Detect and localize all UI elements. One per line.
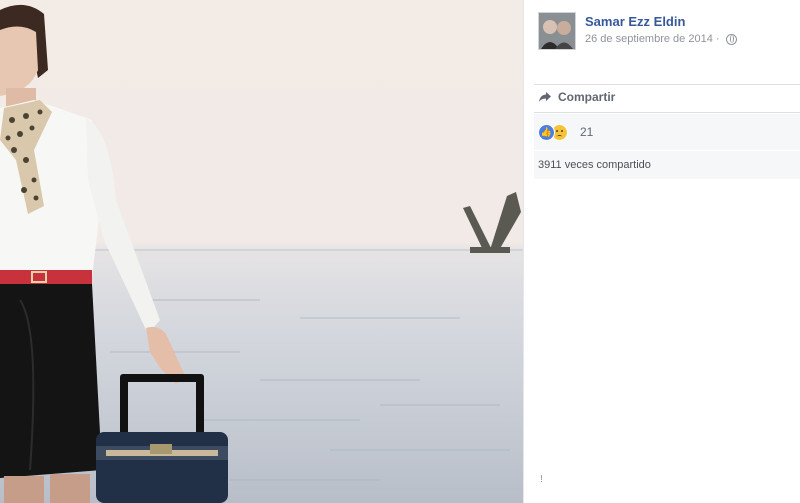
divider: [534, 84, 800, 85]
avatar-image: [539, 13, 575, 49]
globe-icon[interactable]: [725, 33, 737, 45]
post-header: Samar Ezz Eldin 26 de septiembre de 2014…: [538, 12, 788, 52]
reaction-icons: 👍: [538, 124, 568, 141]
like-icon: 👍: [538, 124, 555, 141]
author-name[interactable]: Samar Ezz Eldin: [585, 14, 685, 29]
share-count[interactable]: 3911 veces compartido: [538, 159, 651, 171]
shares-bar: 3911 veces compartido: [534, 151, 800, 179]
reactions-bar[interactable]: 👍 21: [534, 114, 800, 150]
footer-mark: !: [540, 474, 543, 485]
reaction-count[interactable]: 21: [580, 125, 593, 139]
photo-illustration: [0, 4, 523, 503]
post-photo[interactable]: [0, 0, 523, 503]
post-sidebar: Samar Ezz Eldin 26 de septiembre de 2014…: [523, 0, 800, 503]
post-date[interactable]: 26 de septiembre de 2014 ·: [585, 33, 720, 45]
share-arrow-icon: [539, 92, 551, 102]
share-label: Compartir: [558, 90, 616, 104]
wreck: [463, 192, 521, 253]
woman-figure: [0, 4, 186, 503]
divider: [534, 112, 800, 113]
avatar[interactable]: [538, 12, 576, 50]
suitcase: [96, 374, 228, 503]
post-meta: 26 de septiembre de 2014 ·: [585, 33, 737, 45]
share-button[interactable]: Compartir: [538, 90, 615, 104]
